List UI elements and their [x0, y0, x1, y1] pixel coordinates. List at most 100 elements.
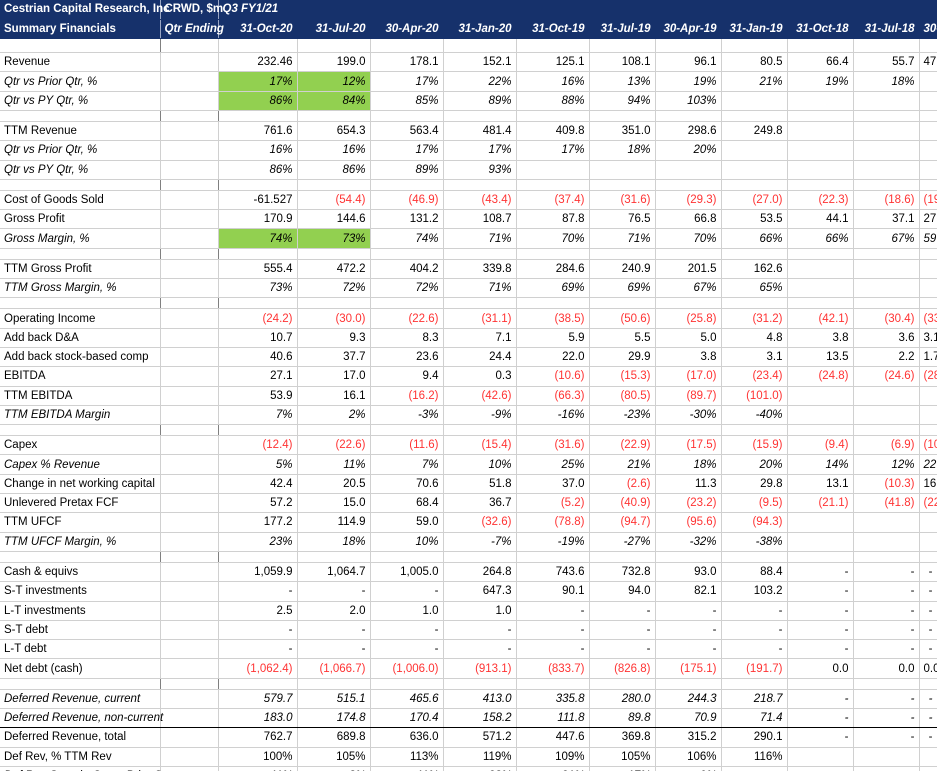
- data-cell[interactable]: 89%: [370, 160, 444, 180]
- data-cell[interactable]: -: [853, 727, 920, 748]
- data-cell[interactable]: 36.7: [443, 493, 517, 514]
- data-cell[interactable]: 106%: [655, 747, 722, 767]
- data-cell[interactable]: (27.0): [721, 190, 788, 211]
- data-cell[interactable]: (66.3): [516, 386, 590, 406]
- data-cell[interactable]: -: [853, 620, 920, 641]
- data-cell[interactable]: (28.2): [919, 366, 937, 387]
- data-cell[interactable]: 762.7: [218, 727, 298, 748]
- data-cell[interactable]: 86%: [218, 160, 298, 180]
- data-cell[interactable]: (32.6): [443, 512, 517, 533]
- data-cell[interactable]: 1.0: [370, 601, 444, 621]
- data-cell[interactable]: 113%: [370, 747, 444, 767]
- data-cell[interactable]: 15.0: [297, 493, 371, 514]
- data-cell[interactable]: 3.8: [787, 328, 854, 348]
- data-cell[interactable]: [853, 160, 920, 180]
- data-cell[interactable]: -: [443, 639, 517, 660]
- data-cell[interactable]: 22%: [443, 71, 517, 92]
- data-cell[interactable]: 72%: [370, 278, 444, 299]
- data-cell[interactable]: (40.9): [589, 493, 656, 514]
- data-cell[interactable]: 114.9: [297, 512, 371, 533]
- data-cell[interactable]: 108.7: [443, 209, 517, 230]
- data-cell[interactable]: -32%: [655, 532, 722, 552]
- data-cell[interactable]: 0.0: [787, 658, 854, 679]
- data-cell[interactable]: -61.527: [218, 190, 298, 211]
- data-cell[interactable]: (42.6): [443, 386, 517, 406]
- data-cell[interactable]: -: [297, 620, 371, 641]
- data-cell[interactable]: 71%: [443, 278, 517, 299]
- data-cell[interactable]: 67%: [655, 278, 722, 299]
- data-cell[interactable]: (826.8): [589, 658, 656, 679]
- data-cell[interactable]: 579.7: [218, 689, 298, 710]
- column-header-date-10[interactable]: 30-Apr-18: [919, 19, 937, 40]
- data-cell[interactable]: 20%: [655, 140, 722, 161]
- data-cell[interactable]: (41.8): [853, 493, 920, 514]
- data-cell[interactable]: 1,059.9: [218, 562, 298, 583]
- data-cell[interactable]: 1,064.7: [297, 562, 371, 583]
- data-cell[interactable]: [655, 160, 722, 180]
- data-cell[interactable]: 201.5: [655, 259, 722, 280]
- data-cell[interactable]: 17%: [443, 140, 517, 161]
- data-cell[interactable]: 17%: [516, 140, 590, 161]
- data-cell[interactable]: 116%: [721, 747, 788, 767]
- data-cell[interactable]: 72%: [297, 278, 371, 299]
- data-cell[interactable]: (80.5): [589, 386, 656, 406]
- data-cell[interactable]: [721, 160, 788, 180]
- data-cell[interactable]: 339.8: [443, 259, 517, 280]
- data-cell[interactable]: -: [218, 639, 298, 660]
- data-cell[interactable]: 14%: [787, 454, 854, 475]
- data-cell[interactable]: 21%: [516, 766, 590, 771]
- data-cell[interactable]: 183.0: [218, 708, 298, 729]
- data-cell[interactable]: (17.5): [655, 435, 722, 456]
- data-cell[interactable]: -19%: [516, 532, 590, 552]
- data-cell[interactable]: -: [919, 620, 937, 641]
- data-cell[interactable]: (9.5): [721, 493, 788, 514]
- data-cell[interactable]: 5%: [218, 454, 298, 475]
- data-cell[interactable]: (833.7): [516, 658, 590, 679]
- data-cell[interactable]: 409.8: [516, 121, 590, 142]
- data-cell[interactable]: 8.3: [370, 328, 444, 348]
- data-cell[interactable]: [787, 160, 854, 180]
- data-cell[interactable]: -: [787, 727, 854, 748]
- data-cell[interactable]: (29.3): [655, 190, 722, 211]
- data-cell[interactable]: (95.6): [655, 512, 722, 533]
- data-cell[interactable]: -: [853, 708, 920, 729]
- data-cell[interactable]: 70%: [516, 228, 590, 249]
- data-cell[interactable]: 103%: [655, 91, 722, 111]
- data-cell[interactable]: 57.2: [218, 493, 298, 514]
- data-cell[interactable]: 88%: [516, 91, 590, 111]
- data-cell[interactable]: -: [919, 689, 937, 710]
- data-cell[interactable]: (37.4): [516, 190, 590, 211]
- data-cell[interactable]: 71%: [589, 228, 656, 249]
- data-cell[interactable]: 2.5: [218, 601, 298, 621]
- data-cell[interactable]: (42.1): [787, 308, 854, 329]
- data-cell[interactable]: 0.0: [919, 658, 937, 679]
- data-cell[interactable]: 290.1: [721, 727, 788, 748]
- data-cell[interactable]: 1,005.0: [370, 562, 444, 583]
- data-cell[interactable]: [919, 405, 937, 426]
- data-cell[interactable]: (22.0): [919, 493, 937, 514]
- data-cell[interactable]: 5.9: [516, 328, 590, 348]
- data-cell[interactable]: 73%: [218, 278, 298, 299]
- data-cell[interactable]: [787, 532, 854, 552]
- data-cell[interactable]: -: [787, 639, 854, 660]
- data-cell[interactable]: 2%: [297, 405, 371, 426]
- data-cell[interactable]: 20%: [721, 454, 788, 475]
- data-cell[interactable]: (11.6): [370, 435, 444, 456]
- column-header-date-9[interactable]: 31-Jul-18: [853, 19, 920, 40]
- data-cell[interactable]: 94%: [589, 91, 656, 111]
- data-cell[interactable]: 555.4: [218, 259, 298, 280]
- data-cell[interactable]: 5.0: [655, 328, 722, 348]
- data-cell[interactable]: -: [516, 620, 590, 641]
- data-cell[interactable]: 16.1: [297, 386, 371, 406]
- data-cell[interactable]: 11.3: [655, 474, 722, 495]
- data-cell[interactable]: 47.3: [919, 52, 937, 73]
- column-header-date-1[interactable]: 31-Jul-20: [297, 19, 371, 40]
- data-cell[interactable]: [787, 747, 854, 767]
- data-cell[interactable]: (22.3): [787, 190, 854, 211]
- data-cell[interactable]: 178.1: [370, 52, 444, 73]
- data-cell[interactable]: 2.0: [297, 601, 371, 621]
- data-cell[interactable]: 647.3: [443, 581, 517, 602]
- data-cell[interactable]: 732.8: [589, 562, 656, 583]
- column-header-date-3[interactable]: 31-Jan-20: [443, 19, 517, 40]
- data-cell[interactable]: -: [853, 601, 920, 621]
